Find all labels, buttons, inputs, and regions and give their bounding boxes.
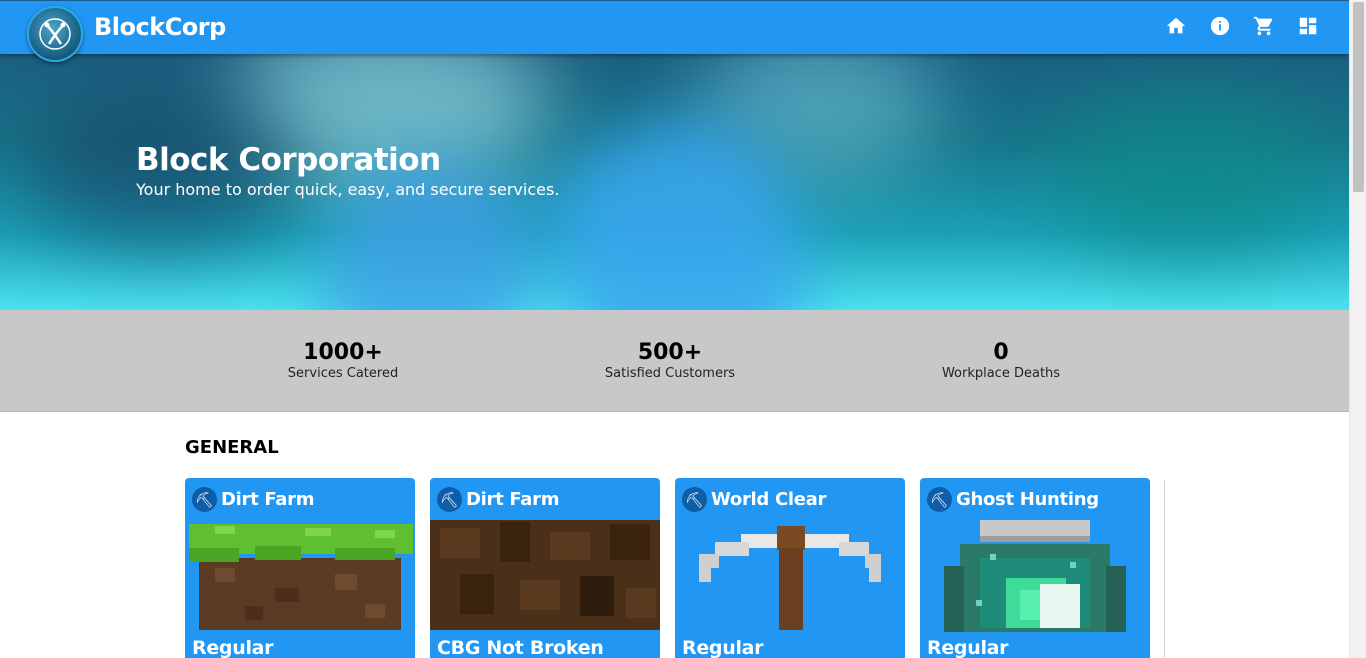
card-header: ⛏ Dirt Farm — [192, 487, 314, 512]
service-card-ghost-hunting[interactable]: ⛏ Ghost Hunting Regular — [920, 478, 1150, 658]
scrollbar-thumb[interactable] — [1353, 2, 1364, 192]
cart-icon[interactable] — [1253, 15, 1275, 37]
card-title: Dirt Farm — [221, 489, 315, 510]
card-tier: Regular — [192, 637, 274, 658]
dashboard-icon[interactable] — [1297, 15, 1319, 37]
service-card-dirt-farm-cbg[interactable]: ⛏ Dirt Farm CBG Not Broken — [430, 478, 660, 658]
pickaxe-icon: ⛏ — [682, 487, 707, 512]
brand-name[interactable]: BlockCorp — [94, 13, 226, 41]
hero-bg-shape — [1060, 94, 1320, 254]
stat-value: 0 — [993, 340, 1009, 365]
service-card-world-clear[interactable]: ⛏ World Clear Regular — [675, 478, 905, 658]
page: BlockCorp Block Corporation Your home to… — [0, 0, 1366, 658]
card-title: Dirt Farm — [466, 489, 560, 510]
card-tier: CBG Not Broken — [437, 637, 604, 658]
potion-jar-image — [944, 520, 1126, 632]
pickaxe-icon: ⛏ — [437, 487, 462, 512]
card-tier: Regular — [682, 637, 764, 658]
stat-label: Workplace Deaths — [941, 366, 1061, 381]
pickaxe-icon: ⛏ — [927, 487, 952, 512]
dirt-block-image — [430, 520, 660, 630]
stats-bar: 1000+ Services Catered 500+ Satisfied Cu… — [0, 310, 1349, 412]
stat-deaths: 0 Workplace Deaths — [881, 340, 1121, 382]
page-scrollbar[interactable] — [1349, 0, 1366, 658]
pickaxe-image — [699, 526, 881, 630]
stat-value: 500+ — [637, 340, 703, 365]
card-title: Ghost Hunting — [956, 489, 1099, 510]
card-tier: Regular — [927, 637, 1009, 658]
hero-title: Block Corporation — [136, 142, 441, 178]
nav-icons — [1165, 15, 1319, 37]
card-title: World Clear — [711, 489, 827, 510]
hero-banner: Block Corporation Your home to order qui… — [0, 54, 1349, 310]
pickaxe-icon: ⛏ — [192, 487, 217, 512]
grass-block-image — [189, 524, 413, 630]
home-icon[interactable] — [1165, 15, 1187, 37]
stat-value: 1000+ — [303, 340, 383, 365]
section-title-general: GENERAL — [185, 437, 279, 458]
stat-services: 1000+ Services Catered — [223, 340, 463, 382]
info-icon[interactable] — [1209, 15, 1231, 37]
card-header: ⛏ World Clear — [682, 487, 826, 512]
stat-customers: 500+ Satisfied Customers — [550, 340, 790, 382]
service-card-dirt-farm[interactable]: ⛏ Dirt Farm Regular — [185, 478, 415, 658]
brand-logo[interactable] — [27, 6, 83, 62]
navbar: BlockCorp — [0, 0, 1349, 62]
vertical-divider — [1164, 480, 1165, 658]
stat-label: Services Catered — [287, 366, 399, 381]
card-header: ⛏ Dirt Farm — [437, 487, 559, 512]
stat-label: Satisfied Customers — [604, 366, 736, 381]
hero-subtitle: Your home to order quick, easy, and secu… — [136, 180, 560, 199]
card-header: ⛏ Ghost Hunting — [927, 487, 1099, 512]
crossed-shovels-icon — [39, 18, 71, 50]
